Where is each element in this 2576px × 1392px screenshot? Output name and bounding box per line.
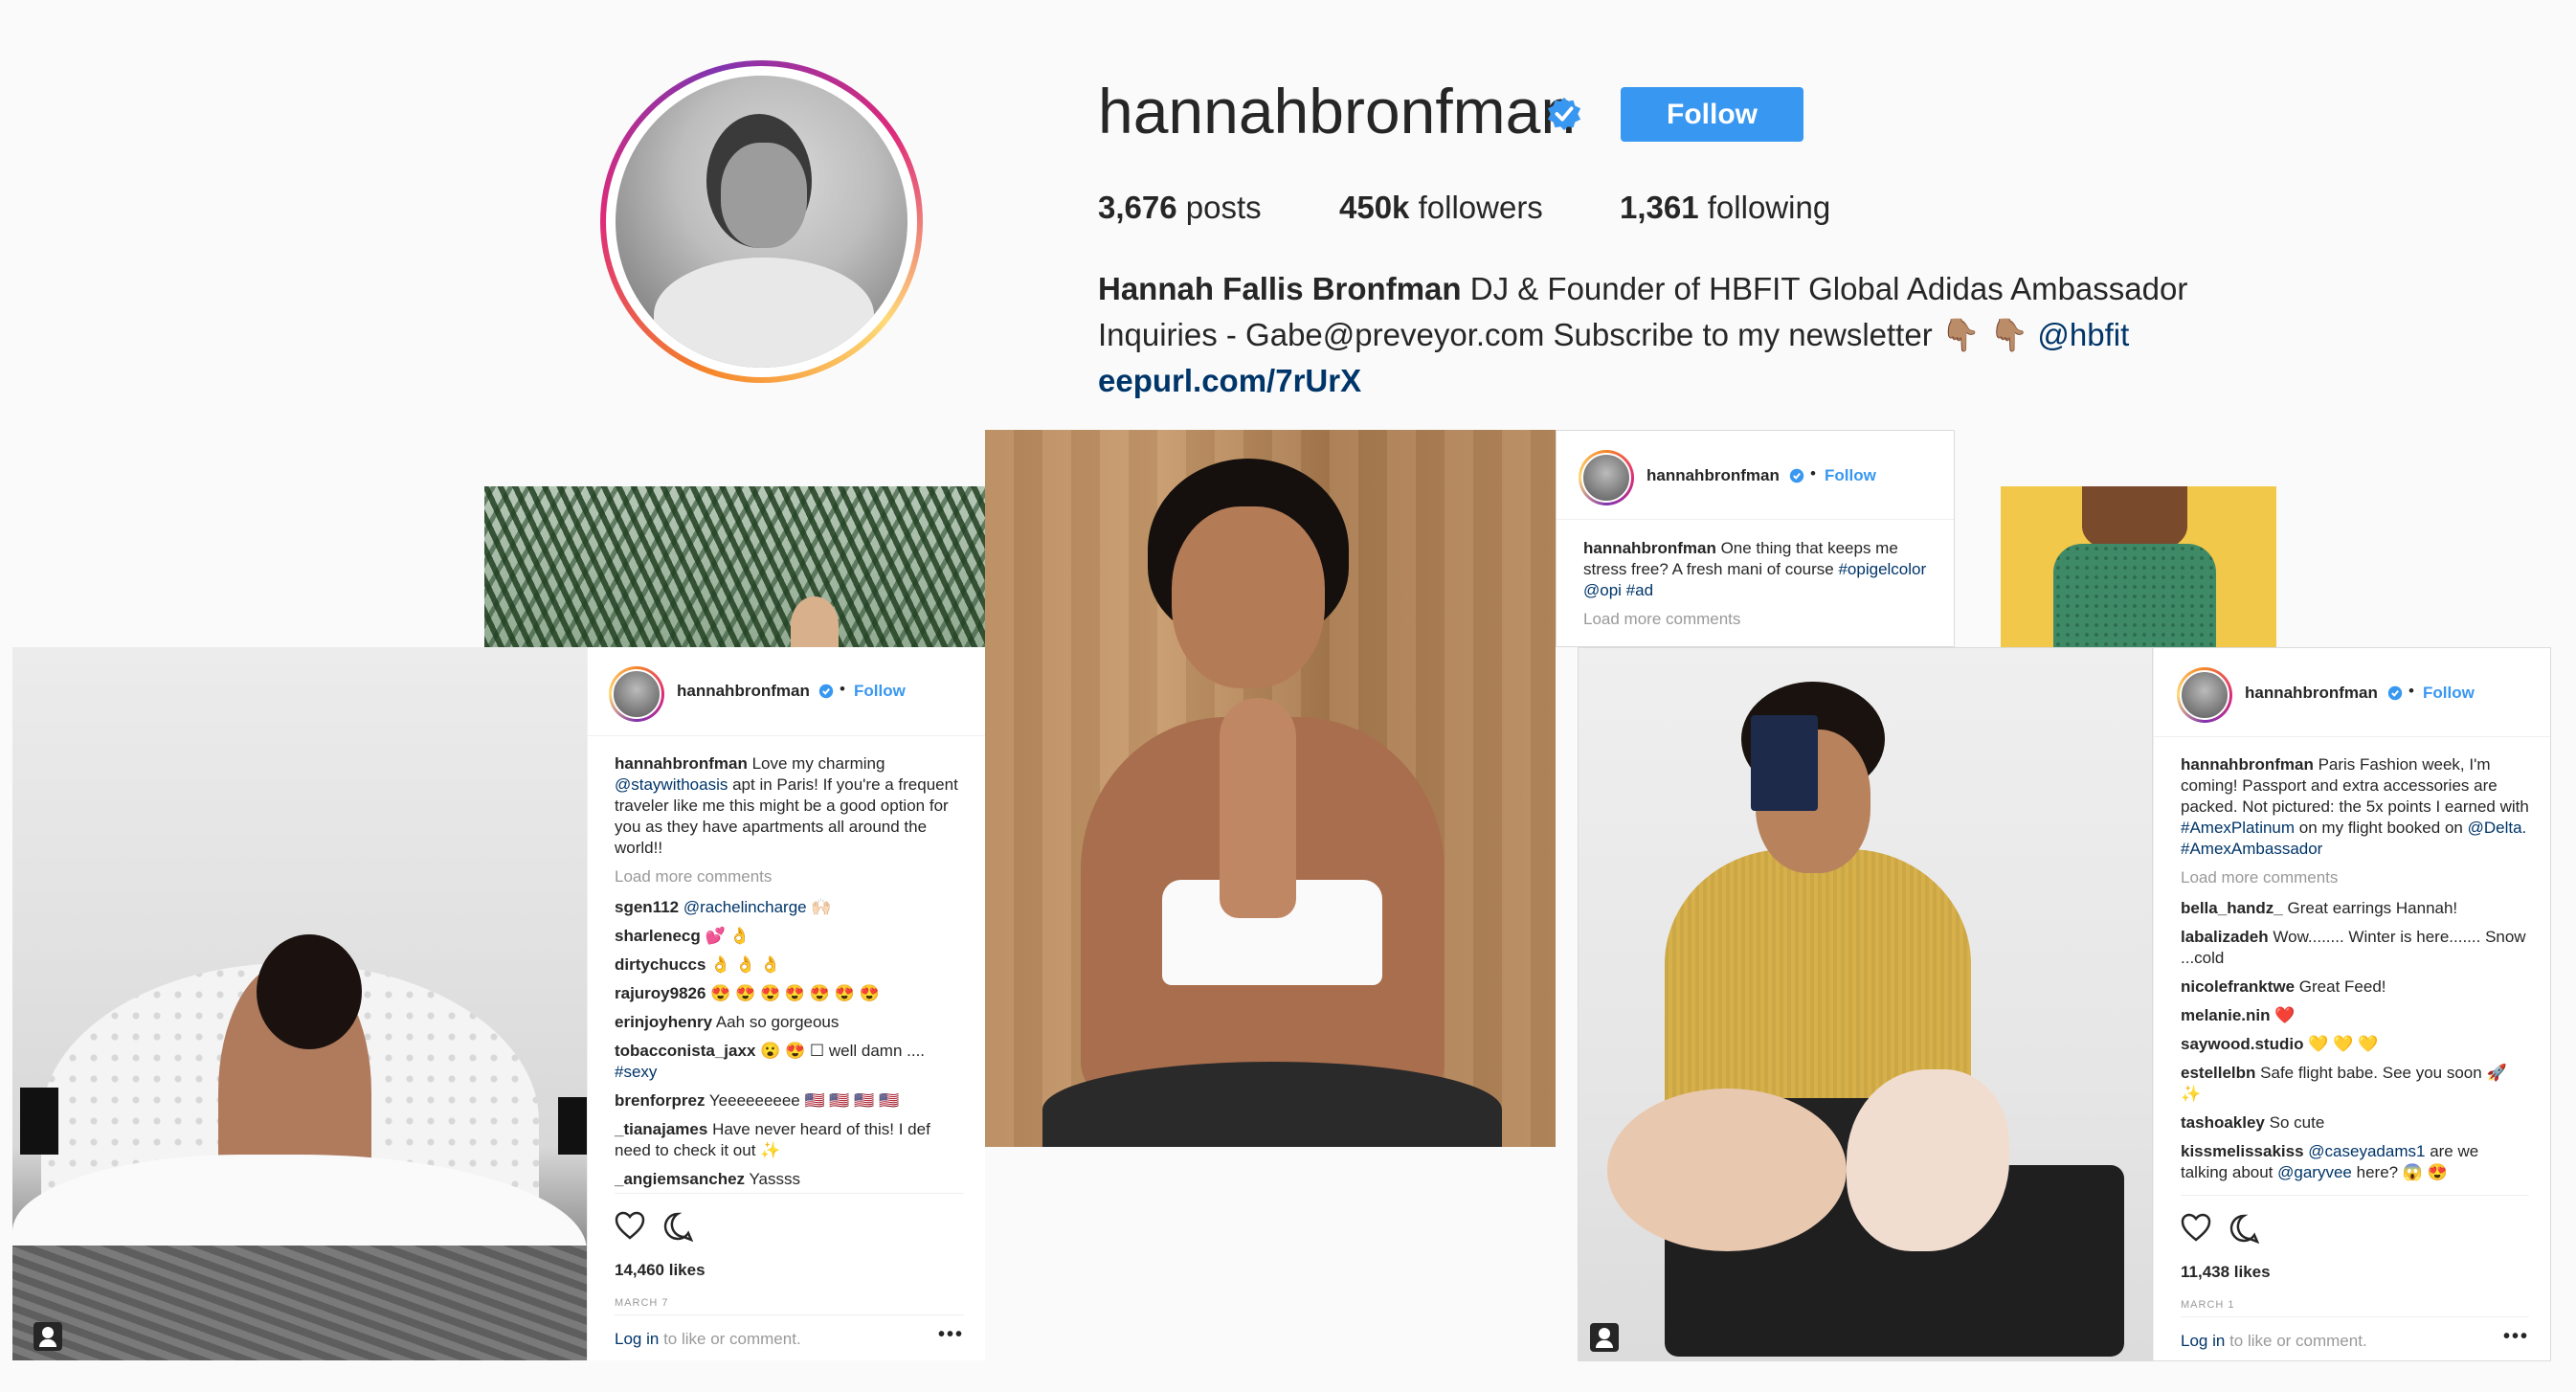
- login-prompt: Log in to like or comment.: [615, 1314, 964, 1350]
- tagged-user-icon[interactable]: [1590, 1323, 1619, 1352]
- comment: sharlenecg 💕 👌: [615, 927, 750, 945]
- comment: bella_handz_ Great earrings Hannah!: [2181, 899, 2458, 917]
- comment: labalizadeh Wow........ Winter is here..…: [2181, 928, 2526, 967]
- comment: tashoakley So cute: [2181, 1113, 2325, 1132]
- verified-badge-icon: [2387, 685, 2403, 701]
- avatar[interactable]: [1579, 450, 1634, 505]
- comment: dirtychuccs 👌 👌 👌: [615, 955, 781, 974]
- post-header: hannahbronfman • Follow: [588, 647, 985, 736]
- caption: hannahbronfman One thing that keeps me s…: [1583, 539, 1927, 599]
- comment: estellelbn Safe flight babe. See you soo…: [2181, 1064, 2507, 1103]
- post-2-photo[interactable]: [985, 430, 1556, 1147]
- load-more-comments[interactable]: Load more comments: [2181, 867, 2529, 888]
- post-follow-button[interactable]: Follow: [854, 681, 906, 702]
- followers-count[interactable]: 450k followers: [1339, 190, 1543, 226]
- verified-badge-icon: [818, 684, 834, 699]
- heart-icon[interactable]: [615, 1211, 645, 1240]
- comment: brenforprez Yeeeeeeeee 🇺🇸 🇺🇸 🇺🇸 🇺🇸: [615, 1091, 900, 1110]
- post-header: hannahbronfman • Follow: [1557, 431, 1954, 520]
- comment: sgen112 @rachelincharge 🙌🏻: [615, 898, 832, 916]
- post-thumbnail-palms[interactable]: [484, 486, 986, 649]
- bio-website-link[interactable]: eepurl.com/7rUrX: [1098, 363, 1361, 398]
- comment: tobacconista_jaxx 😮 😍 ☐ well damn .... #…: [615, 1042, 926, 1081]
- comment: _tianajames Have never heard of this! I …: [615, 1120, 930, 1159]
- bio-line2: Inquiries - Gabe@preveyor.com Subscribe …: [1098, 317, 1933, 352]
- post-date: MARCH 1: [2181, 1299, 2235, 1311]
- comment: kissmelissakiss @caseyadams1 are we talk…: [2181, 1142, 2479, 1181]
- post-follow-button[interactable]: Follow: [2423, 683, 2475, 704]
- post-3-photo[interactable]: [1578, 647, 2153, 1361]
- likes-count[interactable]: 14,460 likes: [615, 1260, 706, 1281]
- post-thumbnail-green-dress[interactable]: [2001, 486, 2276, 649]
- comment: nicolefranktwe Great Feed!: [2181, 977, 2386, 996]
- post-2-panel: hannahbronfman • Follow hannahbronfman O…: [1556, 430, 1955, 647]
- comment: melanie.nin ❤️: [2181, 1006, 2296, 1024]
- post-actions: 14,460 likes MARCH 7 Log in to like or c…: [615, 1193, 964, 1360]
- caption: hannahbronfman Paris Fashion week, I'm c…: [2181, 755, 2529, 858]
- post-3-panel: hannahbronfman • Follow hannahbronfman P…: [2153, 647, 2551, 1361]
- caption: hannahbronfman Love my charming @staywit…: [615, 754, 958, 857]
- more-options-icon[interactable]: •••: [938, 1324, 964, 1345]
- bio-mention-link[interactable]: @hbfit: [2037, 317, 2129, 352]
- verified-badge-icon: [1789, 468, 1804, 483]
- comment: rajuroy9826 😍 😍 😍 😍 😍 😍 😍: [615, 984, 880, 1002]
- comments-list: hannahbronfman Paris Fashion week, I'm c…: [2181, 754, 2529, 1191]
- comment: _angiemsanchez Yassss: [615, 1170, 801, 1188]
- avatar[interactable]: [2177, 667, 2232, 723]
- comment: erinjoyhenry Aah so gorgeous: [615, 1013, 840, 1031]
- comment-icon[interactable]: [2229, 1213, 2259, 1244]
- bio-full-name: Hannah Fallis Bronfman: [1098, 271, 1462, 306]
- profile-bio: Hannah Fallis Bronfman DJ & Founder of H…: [1098, 266, 2247, 404]
- bio-emoji: 👇🏽 👇🏽: [1940, 317, 2029, 352]
- post-username[interactable]: hannahbronfman: [1646, 465, 1780, 486]
- verified-badge-icon: [1547, 97, 1581, 131]
- profile-photo: [616, 76, 907, 368]
- profile-username: hannahbronfman: [1098, 76, 1577, 146]
- post-follow-button[interactable]: Follow: [1825, 465, 1876, 486]
- post-header: hannahbronfman • Follow: [2154, 648, 2550, 737]
- comments-list: hannahbronfman Love my charming @staywit…: [615, 753, 964, 1198]
- comment: saywood.studio 💛 💛 💛: [2181, 1035, 2379, 1053]
- more-options-icon[interactable]: •••: [2503, 1326, 2529, 1347]
- post-date: MARCH 7: [615, 1297, 669, 1309]
- follow-button[interactable]: Follow: [1621, 87, 1803, 142]
- load-more-comments[interactable]: Load more comments: [1583, 609, 1933, 630]
- likes-count[interactable]: 11,438 likes: [2181, 1262, 2271, 1283]
- heart-icon[interactable]: [2181, 1213, 2211, 1242]
- login-link[interactable]: Log in: [615, 1330, 659, 1348]
- tagged-user-icon[interactable]: [34, 1322, 62, 1351]
- post-username[interactable]: hannahbronfman: [677, 681, 810, 702]
- comments-list: hannahbronfman One thing that keeps me s…: [1583, 538, 1933, 640]
- profile-collage: hannahbronfman Follow 3,676 posts 450k f…: [0, 0, 2576, 1392]
- comment-icon[interactable]: [662, 1211, 693, 1242]
- load-more-comments[interactable]: Load more comments: [615, 866, 964, 887]
- bio-line1: DJ & Founder of HBFIT Global Adidas Amba…: [1469, 271, 2188, 306]
- post-username[interactable]: hannahbronfman: [2245, 683, 2378, 704]
- post-1-photo[interactable]: [12, 647, 587, 1360]
- login-link[interactable]: Log in: [2181, 1332, 2225, 1350]
- profile-avatar[interactable]: [600, 60, 923, 383]
- login-prompt: Log in to like or comment.: [2181, 1316, 2529, 1352]
- avatar[interactable]: [609, 666, 664, 722]
- posts-count[interactable]: 3,676 posts: [1098, 190, 1262, 226]
- post-actions: 11,438 likes MARCH 1 Log in to like or c…: [2181, 1195, 2529, 1362]
- post-1-panel: hannahbronfman • Follow hannahbronfman L…: [587, 647, 985, 1360]
- following-count[interactable]: 1,361 following: [1620, 190, 1830, 226]
